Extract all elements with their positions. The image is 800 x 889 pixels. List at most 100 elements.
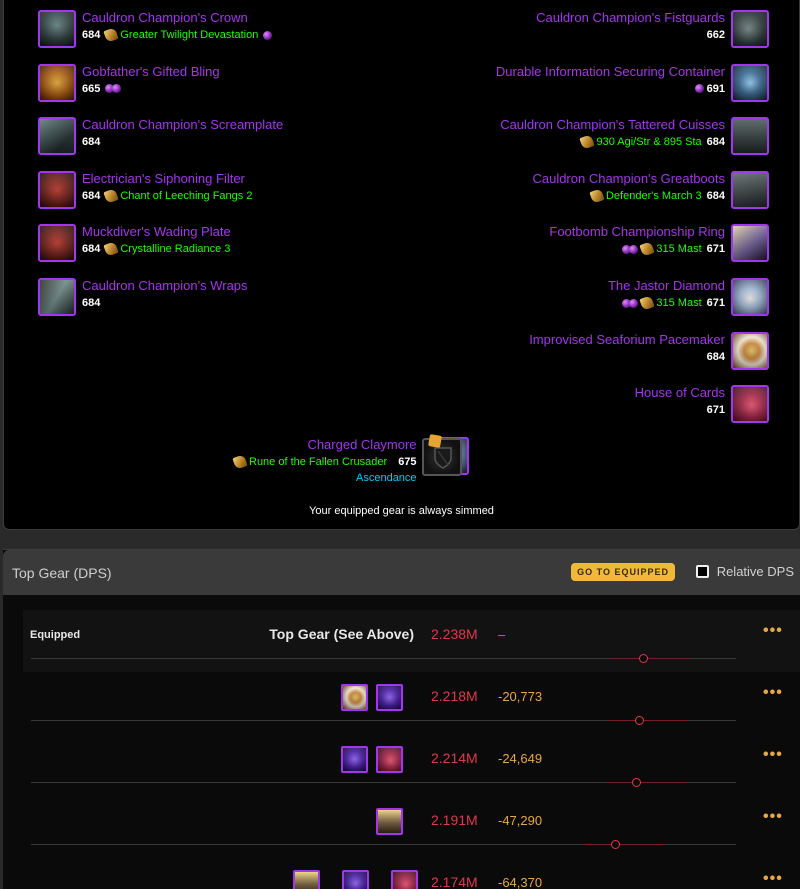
item-level: 684 [82, 136, 101, 149]
item-enchant-text: Defender's March 3 [605, 189, 702, 202]
wrist-icon[interactable] [38, 278, 76, 316]
item-level: 684 [706, 189, 725, 202]
gem-sockets [622, 244, 639, 254]
enchant-quill-icon [639, 295, 656, 311]
relative-dps-toggle[interactable]: Relative DPS [695, 564, 794, 579]
item-name[interactable]: Gobfather's Gifted Bling [82, 64, 220, 80]
equipped-result-row[interactable]: Equipped Top Gear (See Above) 2.238M – ••• [23, 610, 800, 672]
item-enchant-text: 315 Mast [656, 243, 702, 256]
dps-value: 2.174M [431, 874, 478, 889]
right-gear-slot[interactable]: Footbomb Championship Ring 315 Mast 671 [549, 224, 769, 263]
trinket-cards-icon[interactable] [376, 746, 403, 773]
item-name[interactable]: Durable Information Securing Container [496, 64, 725, 80]
item-meta: 930 Agi/Str & 895 Sta 684 [579, 134, 725, 150]
right-gear-slot[interactable]: The Jastor Diamond 315 Mast 671 [608, 278, 769, 316]
claw-icon[interactable] [341, 746, 368, 773]
helm-icon[interactable] [38, 10, 76, 48]
boots-icon[interactable] [731, 170, 769, 209]
cloak-icon[interactable] [38, 170, 76, 209]
item-meta: 671 [707, 403, 725, 417]
necklace-icon[interactable] [38, 63, 76, 102]
item-enchant-text: Crystalline Radiance 3 [120, 243, 231, 256]
right-gear-slot[interactable]: Cauldron Champion's Fistguards 662 [536, 10, 769, 48]
right-gear-slot[interactable]: Cauldron Champion's Greatboots Defender's… [532, 170, 769, 209]
result-row[interactable]: 2.174M -64,370 ••• [23, 858, 800, 889]
enchant-quill-icon [639, 241, 656, 258]
more-options-button[interactable]: ••• [763, 870, 783, 888]
more-options-button[interactable]: ••• [763, 622, 783, 640]
dps-range-segment [612, 658, 693, 659]
gem-sockets [263, 30, 273, 40]
claw-icon[interactable] [376, 684, 403, 711]
chest-gold-icon[interactable] [293, 870, 320, 889]
changed-items [293, 870, 418, 889]
trinket-cards-icon[interactable] [731, 385, 769, 424]
legs-icon[interactable] [731, 117, 769, 156]
weapon-name[interactable]: Charged Claymore [307, 437, 416, 453]
left-gear-slot[interactable]: Cauldron Champion's Screamplate 684 [38, 117, 283, 156]
right-gear-slot[interactable]: House of Cards 671 [635, 385, 769, 424]
item-name[interactable]: Cauldron Champion's Fistguards [536, 10, 725, 26]
chest-gold-icon[interactable] [376, 808, 403, 835]
item-name[interactable]: Muckdiver's Wading Plate [82, 224, 231, 240]
item-name[interactable]: Improvised Seaforium Pacemaker [529, 332, 725, 348]
more-options-button[interactable]: ••• [763, 808, 783, 826]
relative-dps-label: Relative DPS [716, 564, 794, 579]
chest-plate-icon[interactable] [38, 224, 76, 263]
top-gear-title: Top Gear (DPS) [12, 564, 112, 581]
dps-value: 2.238M [431, 626, 478, 642]
right-gear-slot[interactable]: Durable Information Securing Container 69… [496, 63, 769, 102]
item-name[interactable]: Electrician's Siphoning Filter [82, 171, 252, 187]
right-gear-slot[interactable]: Improvised Seaforium Pacemaker 684 [529, 331, 769, 370]
item-info: Cauldron Champion's Fistguards 662 [536, 10, 725, 42]
belt-icon[interactable] [731, 63, 769, 102]
item-name[interactable]: Cauldron Champion's Crown [82, 10, 270, 26]
diamond-ring-icon[interactable] [731, 278, 769, 316]
item-meta: 691 [694, 82, 725, 96]
left-gear-slot[interactable]: Muckdiver's Wading Plate 684 Crystalline R… [38, 224, 231, 263]
item-info: Gobfather's Gifted Bling 665 [82, 64, 220, 96]
weapon-ilvl: 675 [398, 456, 417, 468]
relative-dps-checkbox[interactable] [695, 565, 709, 578]
trinket-cards-icon[interactable] [391, 870, 418, 889]
trinket-pacemaker-icon[interactable] [341, 684, 368, 711]
go-to-equipped-button[interactable]: GO TO EQUIPPED [571, 563, 675, 581]
left-gear-slot[interactable]: Cauldron Champion's Crown 684 Greater Twil… [38, 10, 273, 48]
claw-icon[interactable] [342, 870, 369, 889]
item-name[interactable]: Cauldron Champion's Tattered Cuisses [500, 117, 725, 133]
more-options-button[interactable]: ••• [763, 684, 783, 702]
item-enchant: Chant of Leeching Fangs 2 [103, 188, 252, 204]
item-info: House of Cards 671 [635, 385, 725, 417]
item-info: Durable Information Securing Container 69… [496, 64, 725, 96]
enchant-quill-icon [232, 454, 248, 470]
item-level: 691 [706, 82, 725, 95]
item-enchant-text: 315 Mast [656, 297, 702, 309]
item-info: Muckdiver's Wading Plate 684 Crystalline R… [82, 224, 231, 258]
gem-icon [263, 30, 273, 40]
right-gear-slot[interactable]: Cauldron Champion's Tattered Cuisses 930 … [500, 117, 769, 156]
left-gear-slot[interactable]: Cauldron Champion's Wraps 684 [38, 278, 248, 316]
item-enchant: Crystalline Radiance 3 [103, 241, 231, 258]
left-gear-slot[interactable]: Gobfather's Gifted Bling 665 [38, 63, 220, 102]
result-row[interactable]: 2.214M -24,649 ••• [23, 734, 800, 796]
chest-armor-icon[interactable] [38, 117, 76, 156]
trinket-pacemaker-icon[interactable] [731, 331, 769, 370]
more-options-button[interactable]: ••• [763, 746, 783, 764]
ring-icon[interactable] [731, 224, 769, 263]
result-row[interactable]: 2.191M -47,290 ••• [23, 796, 800, 858]
item-info: Cauldron Champion's Screamplate 684 [82, 117, 283, 149]
item-name[interactable]: Footbomb Championship Ring [549, 224, 725, 240]
dps-range-segment [584, 844, 665, 845]
item-info: Cauldron Champion's Greatboots Defender's… [532, 171, 725, 204]
item-enchant-text: 930 Agi/Str & 895 Sta [596, 136, 702, 149]
dps-value: 2.218M [431, 688, 478, 704]
gloves-icon[interactable] [731, 10, 769, 48]
item-name[interactable]: The Jastor Diamond [608, 278, 725, 294]
dps-range-bar [31, 654, 736, 663]
left-gear-slot[interactable]: Electrician's Siphoning Filter 684 Chant o… [38, 170, 252, 209]
item-name[interactable]: Cauldron Champion's Screamplate [82, 117, 283, 133]
item-name[interactable]: Cauldron Champion's Wraps [82, 278, 248, 294]
result-row[interactable]: 2.218M -20,773 ••• [23, 672, 800, 734]
item-name[interactable]: Cauldron Champion's Greatboots [532, 171, 725, 187]
item-name[interactable]: House of Cards [635, 385, 725, 401]
